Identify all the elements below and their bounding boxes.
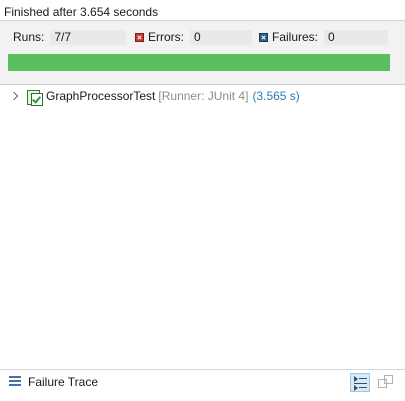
errors-value: 0 bbox=[190, 29, 252, 45]
failures-label: Failures: bbox=[272, 30, 319, 44]
test-suite-time: (3.565 s) bbox=[252, 89, 300, 103]
filter-stack-trace-button[interactable] bbox=[350, 373, 370, 392]
error-icon bbox=[135, 32, 144, 42]
runs-label: Runs: bbox=[13, 30, 45, 44]
test-suite-runner: [Runner: JUnit 4] bbox=[158, 89, 249, 103]
failure-trace-header: Failure Trace bbox=[0, 370, 405, 401]
junit-view: Finished after 3.654 seconds Runs: 7/7 E… bbox=[0, 0, 405, 401]
failures-value: 0 bbox=[324, 29, 389, 45]
tree-item-test-suite[interactable]: GraphProcessorTest [Runner: JUnit 4] (3.… bbox=[0, 88, 300, 106]
chevron-right-icon[interactable] bbox=[8, 88, 22, 105]
compare-results-button[interactable] bbox=[377, 374, 393, 390]
status-text: Finished after 3.654 seconds bbox=[4, 5, 159, 19]
test-suite-name: GraphProcessorTest bbox=[46, 89, 156, 103]
errors-label: Errors: bbox=[148, 30, 184, 44]
failure-icon bbox=[259, 32, 268, 42]
runs-counter: Runs: 7/7 bbox=[13, 29, 127, 45]
list-icon bbox=[9, 376, 21, 386]
divider bbox=[0, 84, 405, 85]
progress-bar bbox=[8, 54, 390, 71]
runs-value: 7/7 bbox=[50, 29, 127, 45]
progress-fill bbox=[8, 54, 390, 71]
failure-trace-title: Failure Trace bbox=[28, 375, 99, 389]
test-suite-passed-icon bbox=[26, 89, 43, 106]
counters-panel: Runs: 7/7 Errors: 0 Failures: 0 bbox=[0, 21, 405, 84]
errors-counter: Errors: 0 bbox=[135, 29, 252, 45]
failures-counter: Failures: 0 bbox=[259, 29, 389, 45]
